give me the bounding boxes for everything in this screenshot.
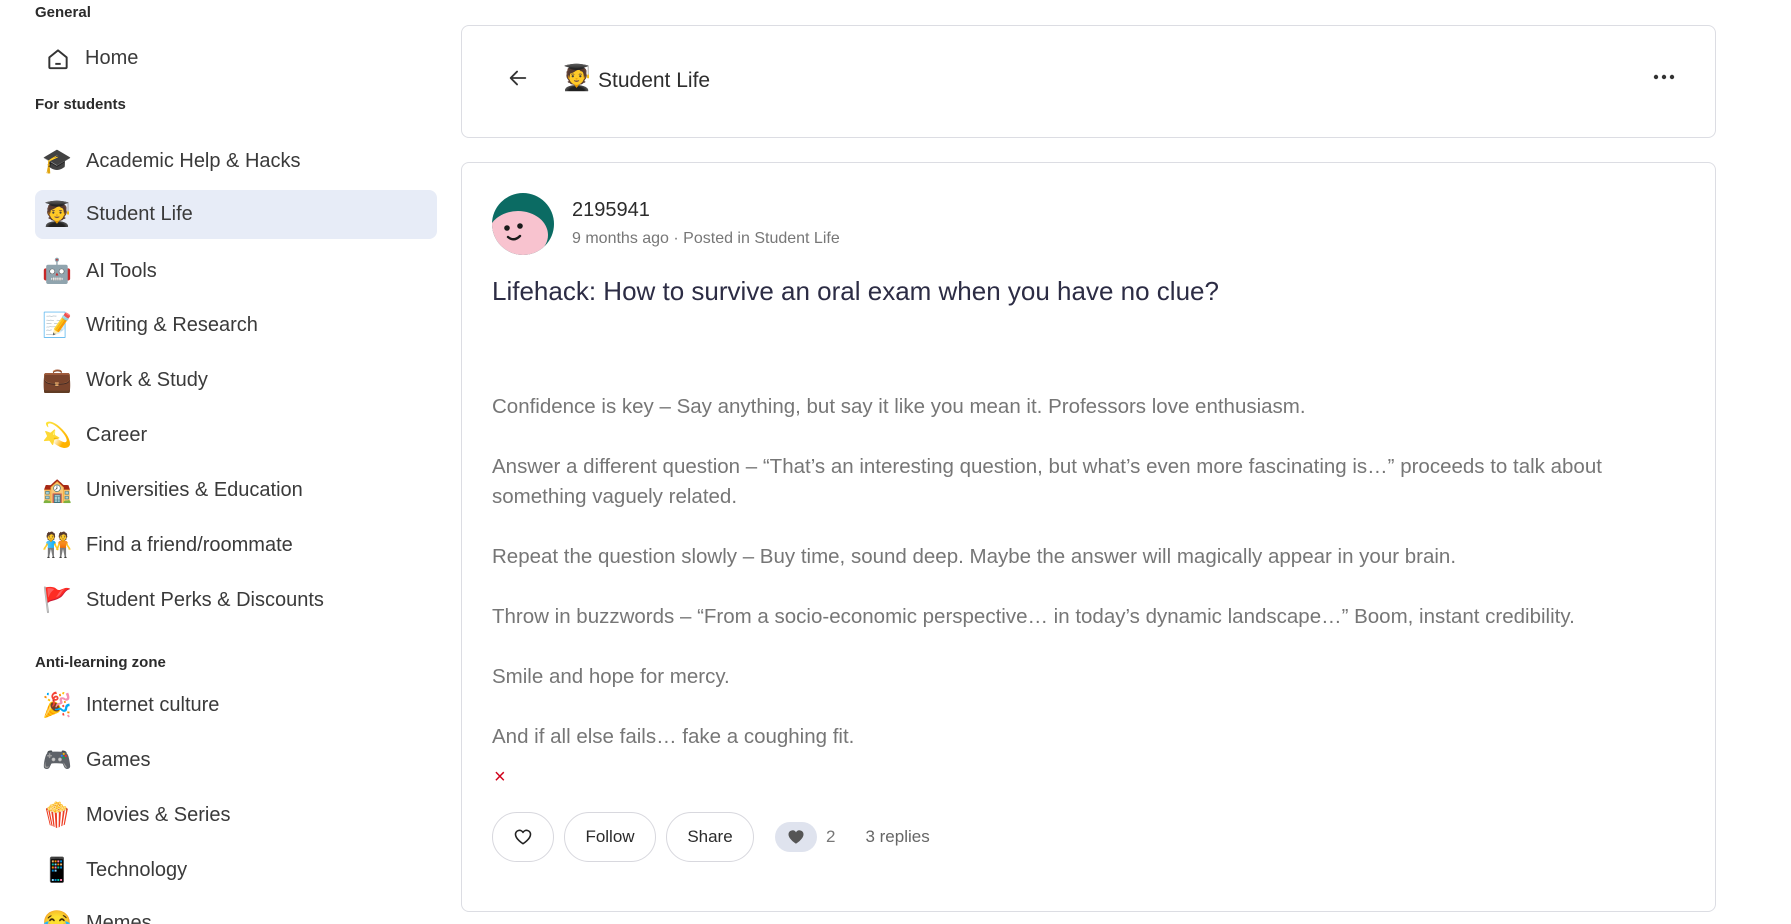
sidebar-item-universities[interactable]: 🏫 Universities & Education [35, 466, 437, 515]
sidebar-item-movies-series[interactable]: 🍿 Movies & Series [35, 791, 437, 840]
home-icon [48, 48, 68, 69]
student-icon: 🧑‍🎓 [42, 200, 72, 228]
community-header: 🧑‍🎓 Student Life [461, 25, 1716, 138]
follow-button[interactable]: Follow [564, 812, 656, 862]
student-icon: 🧑‍🎓 [561, 64, 593, 92]
sidebar-item-label: Work & Study [86, 369, 208, 391]
arrow-left-icon [509, 70, 527, 86]
sidebar-item-label: Technology [86, 859, 188, 881]
sidebar-item-label: Internet culture [86, 694, 220, 716]
post-paragraph: Throw in buzzwords – “From a socio-econo… [492, 605, 1575, 628]
game-controller-icon: 🎮 [42, 746, 72, 774]
page-title: Student Life [598, 69, 711, 92]
reaction-pill [775, 822, 817, 852]
sidebar-item-academic-help[interactable]: 🎓 Academic Help & Hacks [35, 137, 437, 186]
sidebar-item-label: Student Perks & Discounts [86, 589, 324, 611]
author-name[interactable]: 2195941 [572, 199, 650, 222]
more-options-button[interactable] [1644, 61, 1684, 93]
dizzy-star-icon: 💫 [42, 421, 72, 449]
sidebar-item-student-life[interactable]: 🧑‍🎓 Student Life [35, 190, 437, 239]
sidebar-item-label: Find a friend/roommate [86, 534, 293, 556]
sidebar-item-games[interactable]: 🎮 Games [35, 736, 437, 785]
post-actions: Follow Share 2 3 replies [492, 812, 930, 862]
robot-icon: 🤖 [42, 257, 72, 285]
post-paragraph: Answer a different question – “That’s an… [492, 455, 1602, 508]
sidebar-item-label: Memes [86, 912, 152, 924]
sidebar-item-label: Writing & Research [86, 314, 258, 336]
sidebar: General Home For students 🎓 Academic Hel… [0, 0, 450, 924]
sidebar-item-label: Career [86, 424, 148, 446]
reaction-count: 2 [826, 827, 836, 846]
sidebar-item-label: AI Tools [86, 260, 157, 282]
sidebar-item-work-study[interactable]: 💼 Work & Study [35, 356, 437, 405]
laughing-face-icon: 😂 [42, 909, 72, 924]
post-card: 2195941 9 months ago · Posted in Student… [461, 162, 1716, 912]
share-button[interactable]: Share [666, 812, 754, 862]
briefcase-icon: 💼 [42, 366, 72, 394]
popcorn-icon: 🍿 [42, 801, 72, 829]
sidebar-item-label: Student Life [86, 203, 193, 225]
sidebar-item-find-friend[interactable]: 🧑‍🤝‍🧑 Find a friend/roommate [35, 521, 437, 570]
sidebar-item-ai-tools[interactable]: 🤖 AI Tools [35, 247, 437, 296]
sidebar-item-label: Home [85, 47, 139, 69]
sidebar-item-home[interactable]: Home [35, 34, 437, 83]
sidebar-item-label: Games [86, 749, 151, 771]
replies-link[interactable]: 3 replies [865, 827, 929, 847]
sidebar-item-label: Universities & Education [86, 479, 303, 501]
sidebar-item-label: Movies & Series [86, 804, 231, 826]
post-title: Lifehack: How to survive an oral exam wh… [492, 276, 1219, 306]
heart-filled-icon [788, 830, 804, 844]
sidebar-item-writing-research[interactable]: 📝 Writing & Research [35, 301, 437, 350]
more-horizontal-icon [1653, 74, 1675, 80]
sidebar-item-label: Academic Help & Hacks [86, 150, 301, 172]
post-paragraph: Repeat the question slowly – Buy time, s… [492, 545, 1457, 568]
flag-icon: 🚩 [42, 586, 72, 614]
sidebar-item-memes[interactable]: 😂 Memes [35, 899, 437, 924]
mobile-phone-icon: 📱 [42, 856, 72, 884]
post-paragraph: Confidence is key – Say anything, but sa… [492, 395, 1306, 418]
party-popper-icon: 🎉 [42, 691, 72, 719]
reactions[interactable]: 2 [775, 822, 835, 852]
post-meta: 9 months ago · Posted in Student Life [572, 230, 840, 247]
close-icon: × [494, 766, 506, 788]
graduation-cap-icon: 🎓 [42, 147, 72, 175]
memo-icon: 📝 [42, 311, 72, 339]
people-holding-hands-icon: 🧑‍🤝‍🧑 [42, 531, 72, 559]
sidebar-item-student-perks[interactable]: 🚩 Student Perks & Discounts [35, 576, 437, 625]
like-button[interactable] [492, 812, 554, 862]
sidebar-item-career[interactable]: 💫 Career [35, 411, 437, 460]
section-title-students: For students [35, 96, 126, 113]
back-button[interactable] [502, 62, 534, 94]
post-paragraph: And if all else fails… fake a coughing f… [492, 725, 855, 748]
avatar[interactable] [492, 193, 554, 255]
sidebar-item-technology[interactable]: 📱 Technology [35, 846, 437, 895]
heart-outline-icon [514, 829, 532, 845]
sidebar-item-internet-culture[interactable]: 🎉 Internet culture [35, 681, 437, 730]
school-icon: 🏫 [42, 476, 72, 504]
section-title-general: General [35, 4, 91, 21]
section-title-anti-learning: Anti-learning zone [35, 654, 166, 671]
post-body: Confidence is key – Say anything, but sa… [492, 392, 1692, 782]
post-paragraph: Smile and hope for mercy. [492, 665, 730, 688]
